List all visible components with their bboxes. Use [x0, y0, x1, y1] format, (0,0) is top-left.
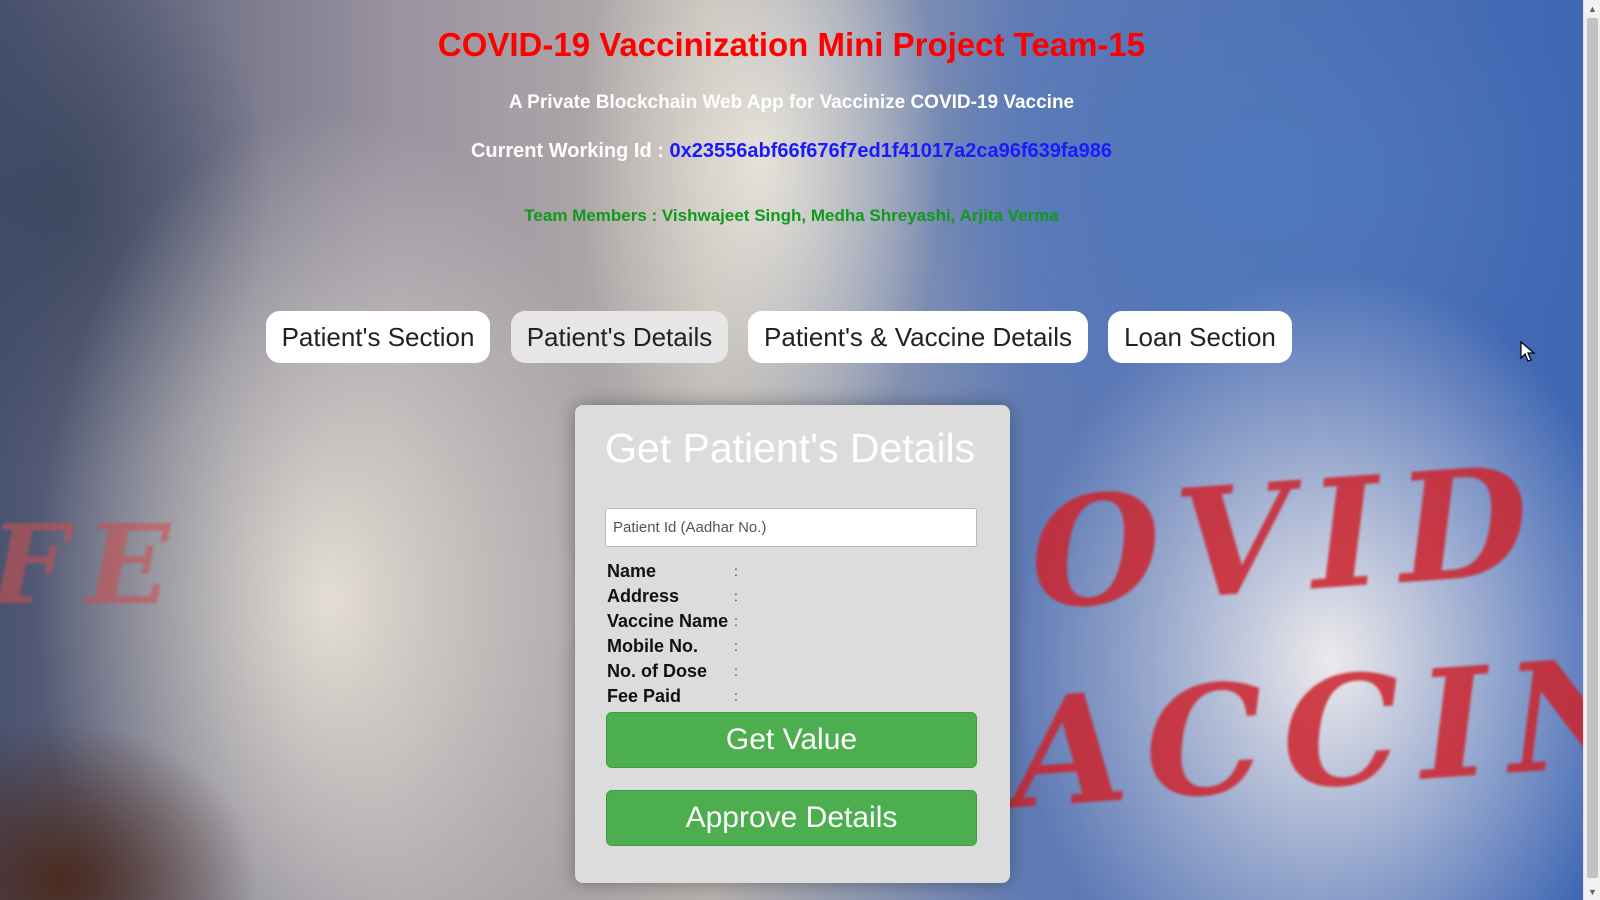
patient-id-placeholder: Patient Id (Aadhar No.): [613, 519, 767, 536]
scroll-thumb[interactable]: [1587, 18, 1598, 878]
approve-details-button[interactable]: Approve Details: [606, 790, 977, 846]
field-row-name: Name :: [607, 559, 738, 583]
field-label: Mobile No.: [607, 635, 698, 656]
nav-loan-section-button[interactable]: Loan Section: [1108, 311, 1292, 363]
section-nav: Patient's Section Patient's Details Pati…: [0, 311, 1583, 363]
scroll-up-icon[interactable]: ▲: [1584, 0, 1600, 17]
page-content: COVID-19 Vaccinization Mini Project Team…: [0, 0, 1583, 900]
field-row-dose: No. of Dose :: [607, 659, 738, 683]
field-label: Address: [607, 585, 680, 606]
current-working-id: Current Working Id : 0x23556abf66f676f7e…: [0, 140, 1583, 163]
field-colon: :: [734, 638, 738, 654]
field-label: Name: [607, 560, 657, 581]
working-id-address: 0x23556abf66f676f7ed1f41017a2ca96f639fa9…: [669, 140, 1113, 162]
field-row-fee: Fee Paid :: [607, 684, 738, 708]
field-colon: :: [734, 563, 738, 579]
nav-patients-details-button[interactable]: Patient's Details: [511, 311, 728, 363]
patient-details-card: Get Patient's Details Patient Id (Aadhar…: [575, 405, 1010, 883]
field-label: Vaccine Name: [607, 610, 729, 631]
field-row-vaccine-name: Vaccine Name :: [607, 609, 738, 633]
page-subtitle: A Private Blockchain Web App for Vaccini…: [508, 92, 1075, 113]
nav-patients-section-button[interactable]: Patient's Section: [266, 311, 490, 363]
field-row-mobile: Mobile No. :: [607, 634, 738, 658]
field-colon: :: [734, 663, 738, 679]
field-row-address: Address :: [607, 584, 738, 608]
working-id-label: Current Working Id :: [470, 140, 670, 162]
field-label: No. of Dose: [607, 660, 708, 681]
field-colon: :: [734, 613, 738, 629]
nav-patients-vaccine-details-button[interactable]: Patient's & Vaccine Details: [748, 311, 1088, 363]
patient-id-input[interactable]: Patient Id (Aadhar No.): [605, 508, 977, 547]
scroll-down-icon[interactable]: ▼: [1584, 883, 1600, 900]
page-title: COVID-19 Vaccinization Mini Project Team…: [437, 26, 1146, 63]
get-value-button[interactable]: Get Value: [606, 712, 977, 768]
card-title: Get Patient's Details: [605, 425, 976, 471]
team-members: Team Members : Vishwajeet Singh, Medha S…: [524, 206, 1059, 225]
vertical-scrollbar[interactable]: ▲ ▼: [1583, 0, 1600, 900]
field-label: Fee Paid: [607, 685, 682, 706]
field-colon: :: [734, 688, 738, 704]
field-colon: :: [734, 588, 738, 604]
mouse-cursor-icon: [1520, 341, 1536, 362]
